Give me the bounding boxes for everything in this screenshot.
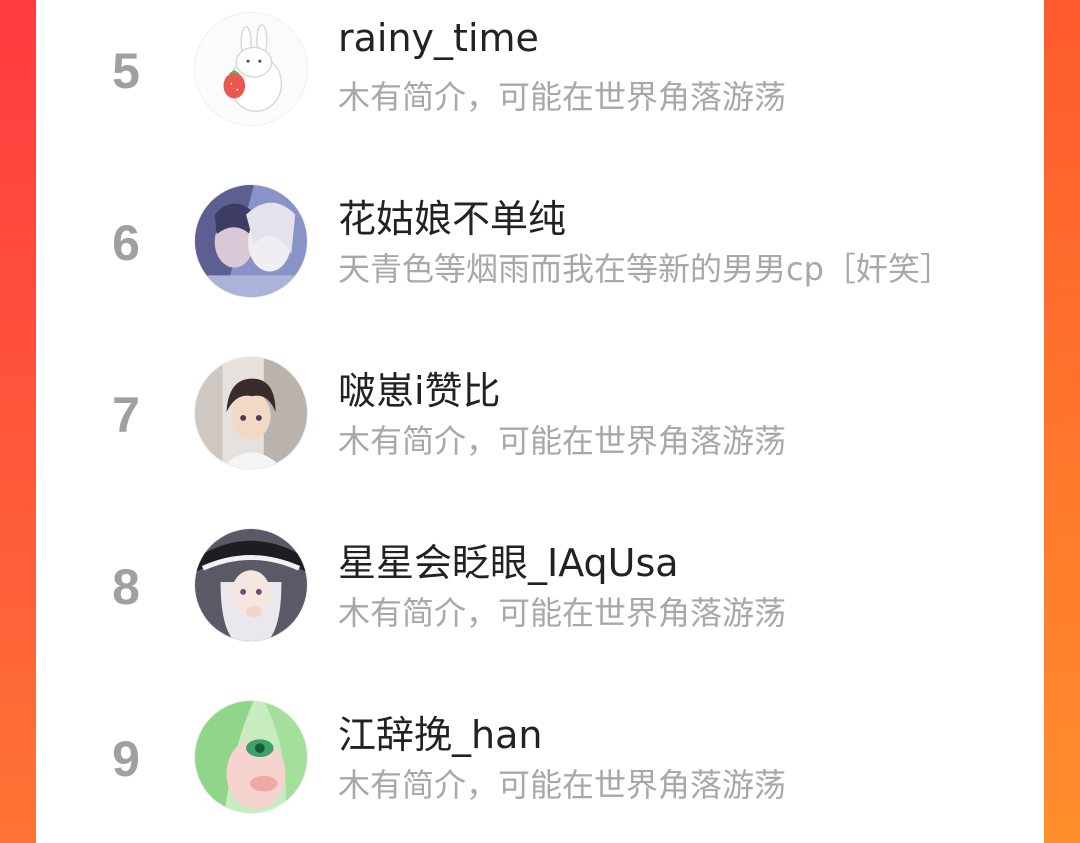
- user-bio: 木有简介，可能在世界角落游荡: [338, 594, 787, 632]
- user-name[interactable]: 啵崽i赞比: [338, 360, 501, 415]
- ranking-row[interactable]: 6 花姑娘不单纯 天青色等烟雨而我在等新的男男cp［奸笑］: [36, 172, 1044, 344]
- user-name[interactable]: rainy_time: [338, 16, 539, 60]
- ranking-row[interactable]: 9 江辞挽_han 木有简介，可能在世界角落游荡: [36, 688, 1044, 843]
- user-avatar[interactable]: [194, 528, 308, 642]
- ranking-row[interactable]: 5 rainy_time 木有简介，可能在世界角落游荡: [36, 0, 1044, 172]
- anime-boy-avatar: [195, 357, 307, 469]
- witch-girl-avatar: [195, 529, 307, 641]
- user-bio: 木有简介，可能在世界角落游荡: [338, 422, 787, 460]
- rank-number: 7: [112, 387, 140, 443]
- ranking-row[interactable]: 8 星星会眨眼_IAqUsa 木有简介，可能在世界角落游荡: [36, 516, 1044, 688]
- user-bio: 木有简介，可能在世界角落游荡: [338, 78, 787, 116]
- background-right-edge: [1044, 0, 1080, 843]
- user-name[interactable]: 江辞挽_han: [338, 704, 542, 759]
- rank-number: 8: [112, 559, 140, 615]
- user-avatar[interactable]: [194, 356, 308, 470]
- rank-number: 9: [112, 731, 140, 787]
- user-avatar[interactable]: [194, 12, 308, 126]
- rank-number: 6: [112, 215, 140, 271]
- rank-number: 5: [112, 43, 140, 99]
- rabbit-strawberry-avatar: [195, 13, 307, 125]
- user-name[interactable]: 花姑娘不单纯: [338, 188, 566, 243]
- green-hair-girl-avatar: [195, 701, 307, 813]
- user-avatar[interactable]: [194, 700, 308, 814]
- anime-couple-avatar: [195, 185, 307, 297]
- user-avatar[interactable]: [194, 184, 308, 298]
- user-name[interactable]: 星星会眨眼_IAqUsa: [338, 532, 679, 587]
- ranking-panel: 5 rainy_time 木有简介，可能在世界角落游荡 6 花姑娘不单纯 天青色…: [36, 0, 1044, 843]
- ranking-row[interactable]: 7 啵崽i赞比 木有简介，可能在世界角落游荡: [36, 344, 1044, 516]
- user-bio: 木有简介，可能在世界角落游荡: [338, 766, 787, 804]
- background-left-edge: [0, 0, 36, 843]
- user-bio: 天青色等烟雨而我在等新的男男cp［奸笑］: [338, 250, 952, 288]
